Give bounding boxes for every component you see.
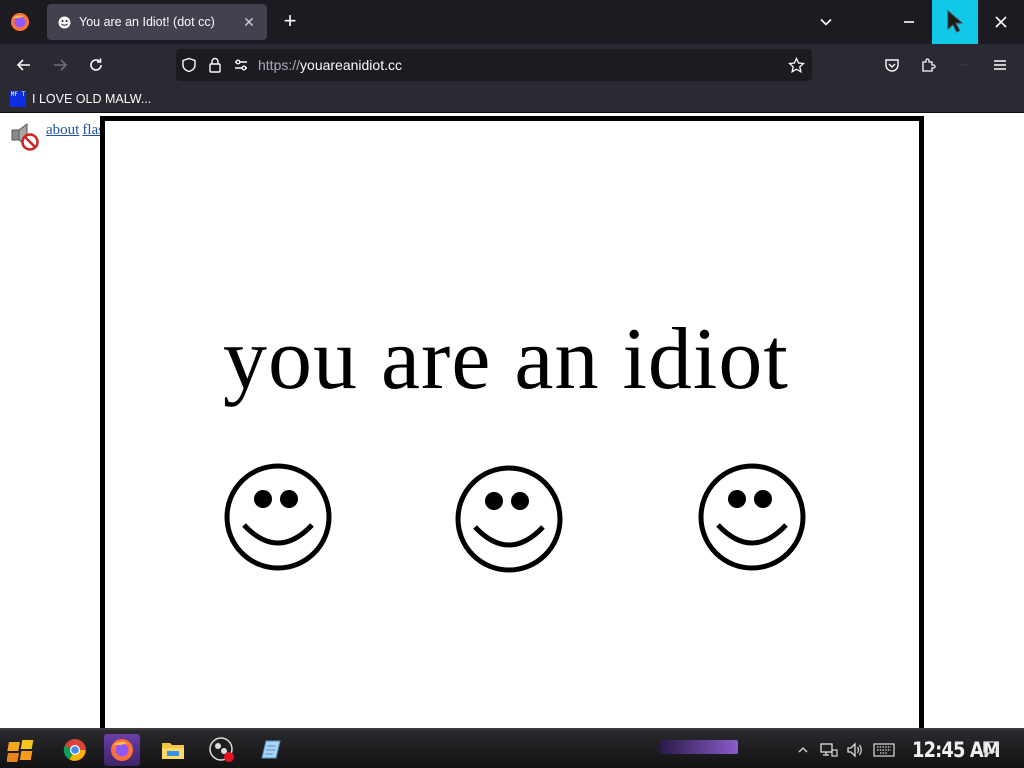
keyboard-icon[interactable] <box>872 741 896 759</box>
minimize-button[interactable] <box>886 0 932 44</box>
new-tab-button[interactable]: + <box>278 10 302 34</box>
reload-icon <box>90 58 102 71</box>
forward-button[interactable] <box>46 51 74 79</box>
list-all-tabs-button[interactable] <box>814 10 838 34</box>
url-scheme: https:// <box>258 57 301 73</box>
dash-icon <box>959 64 969 66</box>
taskbar-file-explorer[interactable] <box>155 734 191 766</box>
bookmark-label: I LOVE OLD MALW... <box>32 92 152 106</box>
close-icon <box>995 16 1007 28</box>
url-text[interactable]: https://youareanidiot.cc <box>258 57 780 73</box>
reload-button[interactable] <box>82 51 110 79</box>
chevron-down-icon <box>820 18 832 26</box>
no-flash-icon <box>11 123 39 151</box>
chrome-icon <box>63 739 86 761</box>
permissions-icon[interactable] <box>228 49 254 81</box>
url-host: youareanidiot.cc <box>300 57 402 73</box>
bookmark-star-icon[interactable] <box>780 49 812 81</box>
notification-icon <box>983 741 999 758</box>
smiley-favicon-icon <box>57 15 71 29</box>
volume-icon[interactable] <box>846 741 864 759</box>
mouse-cursor-icon <box>947 9 964 33</box>
close-tab-icon[interactable]: ✕ <box>241 14 257 31</box>
file-explorer-icon <box>162 743 184 759</box>
url-bar[interactable]: https://youareanidiot.cc <box>176 49 812 81</box>
firefox-view-button[interactable] <box>0 0 40 44</box>
tab-title: You are an Idiot! (dot cc) <box>79 15 215 29</box>
taskbar-firefox[interactable] <box>104 734 140 766</box>
tab-strip: You are an Idiot! (dot cc) ✕ + <box>0 0 1024 44</box>
maximize-button[interactable] <box>932 0 978 44</box>
extensions-button[interactable] <box>914 51 942 79</box>
smiley-face-icon <box>698 463 806 571</box>
notification-center-button[interactable] <box>980 738 1002 760</box>
bookmark-favicon-icon: MF T <box>10 91 26 107</box>
hamburger-menu-icon <box>994 60 1006 70</box>
firefox-icon <box>111 739 133 761</box>
lock-icon[interactable] <box>202 49 228 81</box>
firefox-icon <box>11 13 29 31</box>
pocket-button[interactable] <box>878 51 906 79</box>
close-window-button[interactable] <box>978 0 1024 44</box>
smiley-face-icon <box>224 463 332 571</box>
chevron-up-icon[interactable] <box>794 741 812 759</box>
app-menu-button[interactable] <box>986 51 1014 79</box>
tab-active[interactable]: You are an Idiot! (dot cc) ✕ <box>47 4 267 40</box>
bookmark-item[interactable]: MF T I LOVE OLD MALW... <box>10 89 151 109</box>
screen: You are an Idiot! (dot cc) ✕ + https://y… <box>0 0 1024 768</box>
obs-icon <box>209 737 234 762</box>
bookmarks-toolbar: MF T I LOVE OLD MALW... <box>0 86 1024 113</box>
flash-stage: you are an idiot <box>100 116 924 728</box>
hidden-toolbar-button[interactable] <box>950 51 978 79</box>
taskbar-decoration <box>660 740 738 754</box>
headline: you are an idiot <box>223 311 789 408</box>
pocket-icon <box>885 59 899 72</box>
back-arrow-icon <box>16 59 30 71</box>
smiley-face-icon <box>455 465 563 573</box>
page-content: about flash you are an idiot <box>0 113 1024 728</box>
navigation-toolbar: https://youareanidiot.cc <box>0 44 1024 86</box>
start-button[interactable] <box>4 734 40 766</box>
about-link[interactable]: about <box>46 122 79 138</box>
start-icon <box>7 740 34 762</box>
forward-arrow-icon <box>54 59 68 71</box>
puzzle-piece-icon <box>922 58 936 72</box>
taskbar-notepad[interactable] <box>252 734 288 766</box>
taskbar-obs[interactable] <box>204 734 240 766</box>
taskbar-chrome[interactable] <box>57 734 93 766</box>
minimize-icon <box>904 21 914 23</box>
taskbar: 12:45 AM <box>0 728 1024 768</box>
shield-icon[interactable] <box>176 49 202 81</box>
network-icon[interactable] <box>820 741 838 759</box>
back-button[interactable] <box>10 51 38 79</box>
notepad-icon <box>261 740 281 759</box>
